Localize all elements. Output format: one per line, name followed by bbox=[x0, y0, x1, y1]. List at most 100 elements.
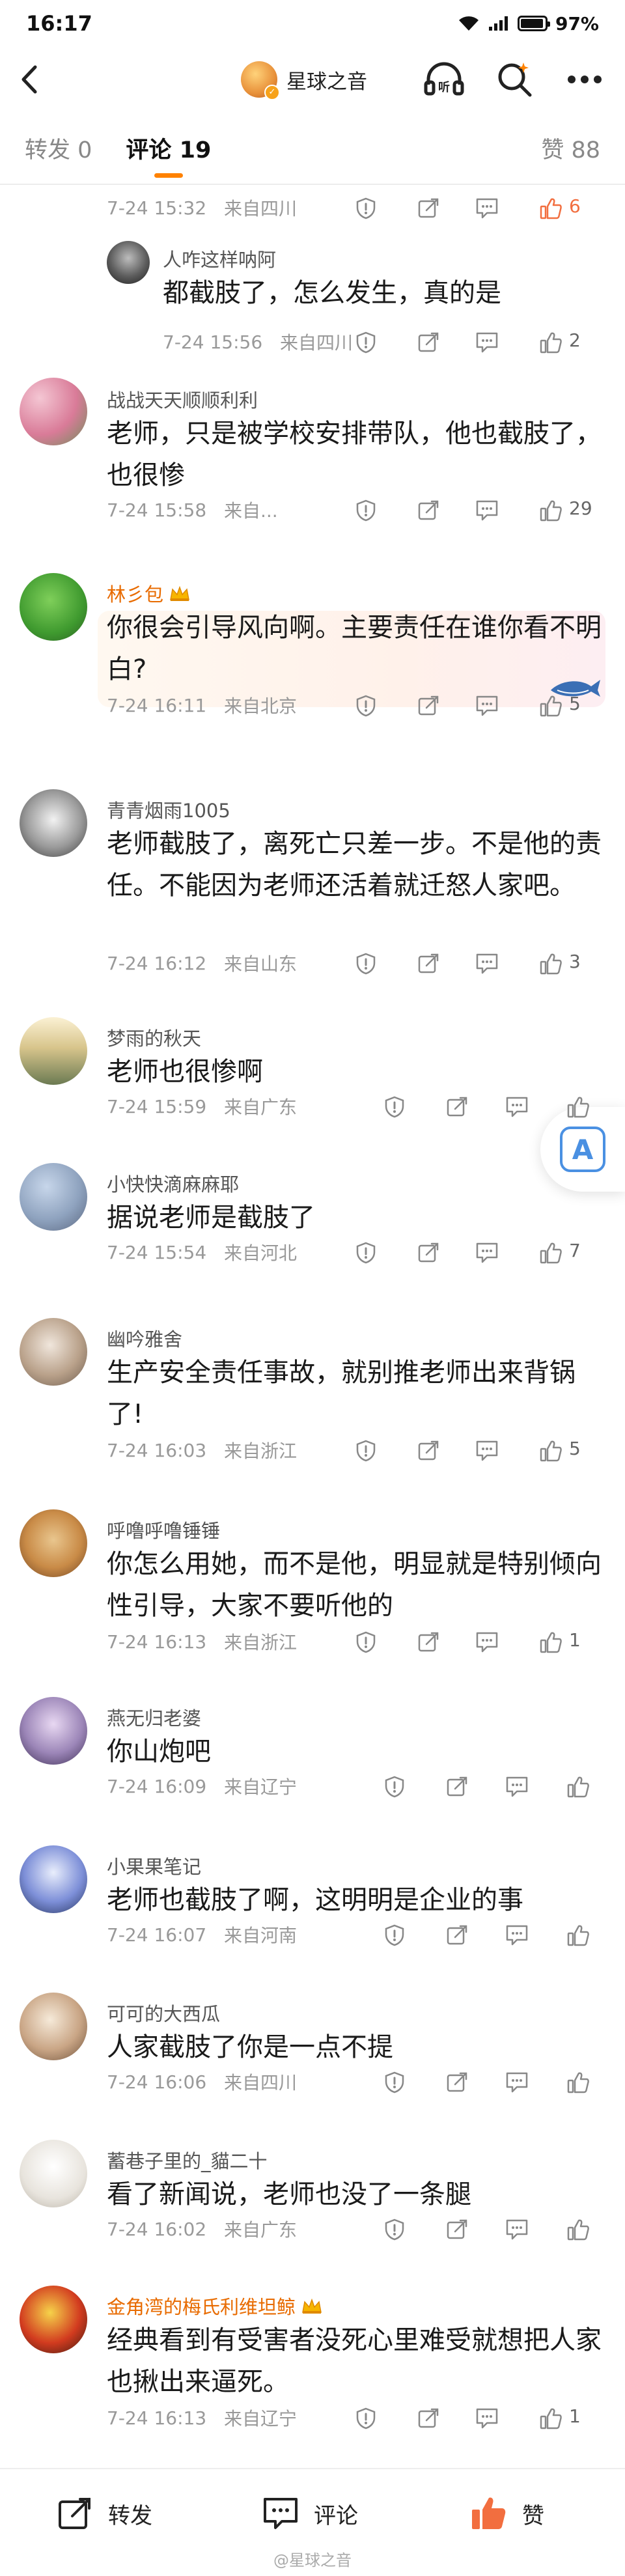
report-icon[interactable] bbox=[383, 2071, 406, 2094]
username-text[interactable]: 林彡包 bbox=[107, 583, 163, 606]
comment-username[interactable]: 可可的大西瓜 bbox=[107, 1999, 220, 2026]
comment-username[interactable]: 小快快滴麻麻耶 bbox=[107, 1169, 239, 1197]
user-avatar[interactable] bbox=[20, 1697, 87, 1765]
thumbs-up-icon[interactable] bbox=[566, 2071, 590, 2094]
report-icon[interactable] bbox=[354, 2407, 378, 2430]
user-avatar[interactable] bbox=[20, 1993, 87, 2060]
user-avatar[interactable] bbox=[20, 1318, 87, 1386]
report-icon[interactable] bbox=[354, 952, 378, 975]
reply-icon[interactable] bbox=[475, 197, 499, 220]
comment-username[interactable]: 林彡包 bbox=[107, 580, 191, 607]
user-avatar[interactable] bbox=[20, 1017, 87, 1085]
comment-username[interactable]: 呼噜呼噜锤锤 bbox=[107, 1516, 220, 1543]
user-avatar[interactable] bbox=[20, 2286, 87, 2353]
reply-icon[interactable] bbox=[475, 1439, 499, 1463]
username-text[interactable]: 小果果笔记 bbox=[107, 1856, 201, 1878]
like-button[interactable]: 赞 bbox=[469, 2487, 544, 2540]
ai-search-button[interactable] bbox=[493, 59, 535, 100]
thumbs-up-icon[interactable] bbox=[566, 1775, 590, 1799]
user-avatar[interactable] bbox=[20, 378, 87, 445]
thumbs-up-icon[interactable] bbox=[539, 331, 562, 354]
reply-icon[interactable] bbox=[505, 1924, 529, 1947]
thumbs-up-icon[interactable] bbox=[566, 1924, 590, 1947]
thumbs-up-icon[interactable] bbox=[539, 1241, 562, 1265]
reply-icon[interactable] bbox=[475, 2407, 499, 2430]
user-avatar[interactable] bbox=[20, 573, 87, 641]
reply-icon[interactable] bbox=[475, 1241, 499, 1265]
account-avatar[interactable] bbox=[241, 61, 280, 100]
more-button[interactable] bbox=[564, 59, 605, 100]
reply-icon[interactable] bbox=[475, 952, 499, 975]
report-icon[interactable] bbox=[354, 1439, 378, 1463]
report-icon[interactable] bbox=[354, 1631, 378, 1654]
user-avatar[interactable] bbox=[20, 1163, 87, 1231]
user-avatar[interactable] bbox=[20, 2140, 87, 2207]
share-icon[interactable] bbox=[417, 499, 440, 522]
comment-button[interactable]: 评论 bbox=[260, 2487, 358, 2540]
reply-icon[interactable] bbox=[505, 1775, 529, 1799]
report-icon[interactable] bbox=[354, 197, 378, 220]
thumbs-up-icon[interactable] bbox=[566, 1095, 590, 1119]
thumbs-up-icon[interactable] bbox=[539, 499, 562, 522]
report-icon[interactable] bbox=[354, 694, 378, 718]
thumbs-up-icon[interactable] bbox=[539, 1439, 562, 1463]
reply-icon[interactable] bbox=[475, 331, 499, 354]
thumbs-up-active-icon[interactable] bbox=[539, 197, 562, 220]
reply-username[interactable]: 人咋这样呐阿 bbox=[163, 245, 276, 272]
tab-repost[interactable]: 转发 0 bbox=[25, 132, 92, 165]
share-icon[interactable] bbox=[445, 2071, 469, 2094]
share-icon[interactable] bbox=[417, 1241, 440, 1265]
share-icon[interactable] bbox=[417, 331, 440, 354]
thumbs-up-icon[interactable] bbox=[539, 694, 562, 718]
comment-username[interactable]: 蓄巷子里的_貓二十 bbox=[107, 2146, 268, 2174]
share-icon[interactable] bbox=[417, 197, 440, 220]
share-icon[interactable] bbox=[445, 1775, 469, 1799]
share-icon[interactable] bbox=[445, 1095, 469, 1119]
user-avatar[interactable] bbox=[20, 1509, 87, 1577]
share-icon[interactable] bbox=[417, 1439, 440, 1463]
comment-username[interactable]: 小果果笔记 bbox=[107, 1852, 201, 1879]
repost-button[interactable]: 转发 bbox=[55, 2487, 152, 2540]
listen-button[interactable]: 听 bbox=[423, 59, 465, 100]
username-text[interactable]: 小快快滴麻麻耶 bbox=[107, 1173, 239, 1196]
share-icon[interactable] bbox=[445, 1924, 469, 1947]
account-name[interactable]: 星球之音 bbox=[286, 65, 367, 94]
username-text[interactable]: 战战天天顺顺利利 bbox=[107, 389, 258, 412]
tab-comments[interactable]: 评论 19 bbox=[126, 132, 211, 165]
report-icon[interactable] bbox=[383, 1775, 406, 1799]
account-title[interactable]: 星球之音 bbox=[241, 61, 367, 100]
username-text[interactable]: 呼噜呼噜锤锤 bbox=[107, 1520, 220, 1542]
tab-likes[interactable]: 赞 88 bbox=[541, 132, 600, 165]
username-text[interactable]: 青青烟雨1005 bbox=[107, 800, 230, 822]
comment-username[interactable]: 幽吟雅舍 bbox=[107, 1324, 182, 1352]
report-icon[interactable] bbox=[354, 331, 378, 354]
reply-icon[interactable] bbox=[475, 694, 499, 718]
reply-icon[interactable] bbox=[505, 2218, 529, 2241]
user-avatar[interactable] bbox=[20, 789, 87, 857]
reply-icon[interactable] bbox=[505, 1095, 529, 1119]
share-icon[interactable] bbox=[417, 2407, 440, 2430]
thumbs-up-icon[interactable] bbox=[566, 2218, 590, 2241]
comment-username[interactable]: 青青烟雨1005 bbox=[107, 796, 230, 823]
comment-username[interactable]: 战战天天顺顺利利 bbox=[107, 385, 258, 413]
thumbs-up-icon[interactable] bbox=[539, 2407, 562, 2430]
comment-username[interactable]: 金角湾的梅氏利维坦鲸 bbox=[107, 2292, 323, 2319]
username-text[interactable]: 可可的大西瓜 bbox=[107, 2003, 220, 2025]
report-icon[interactable] bbox=[354, 1241, 378, 1265]
reply-icon[interactable] bbox=[475, 499, 499, 522]
username-text[interactable]: 幽吟雅舍 bbox=[107, 1328, 182, 1351]
share-icon[interactable] bbox=[417, 694, 440, 718]
reply-avatar[interactable] bbox=[107, 241, 150, 284]
reply-icon[interactable] bbox=[505, 2071, 529, 2094]
username-text[interactable]: 燕无归老婆 bbox=[107, 1707, 201, 1729]
thumbs-up-icon[interactable] bbox=[539, 952, 562, 975]
report-icon[interactable] bbox=[383, 1095, 406, 1119]
back-button[interactable] bbox=[20, 60, 52, 99]
report-icon[interactable] bbox=[383, 2218, 406, 2241]
username-text[interactable]: 金角湾的梅氏利维坦鲸 bbox=[107, 2296, 296, 2318]
username-text[interactable]: 蓄巷子里的_貓二十 bbox=[107, 2150, 268, 2172]
username-text[interactable]: 梦雨的秋天 bbox=[107, 1028, 201, 1050]
comment-username[interactable]: 梦雨的秋天 bbox=[107, 1024, 201, 1051]
user-avatar[interactable] bbox=[20, 1845, 87, 1913]
comment-username[interactable]: 燕无归老婆 bbox=[107, 1703, 201, 1731]
